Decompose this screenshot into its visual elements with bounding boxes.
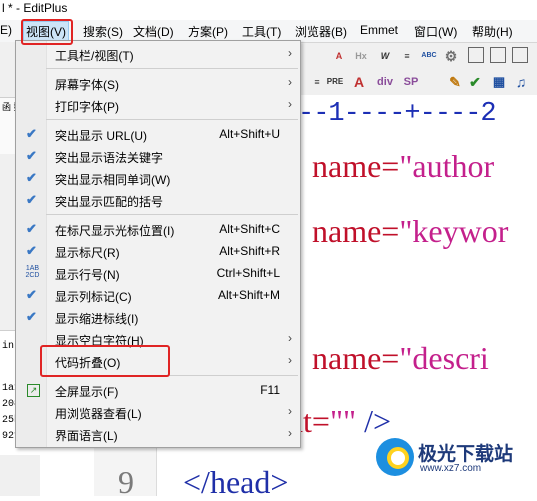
code-line: nt="" /> <box>287 403 391 439</box>
menu-search[interactable]: 搜索(S) <box>83 23 123 40</box>
watermark-logo-icon <box>376 438 414 476</box>
spellcheck-icon[interactable]: ABC <box>420 47 438 65</box>
menu-edit[interactable]: E) <box>0 23 12 37</box>
edit-icon[interactable]: ✎ <box>446 73 464 91</box>
title-bar: l * - EditPlus <box>0 0 537 20</box>
checkmark-icon: ✔ <box>26 287 37 302</box>
pre-tag-icon[interactable]: PRE <box>326 73 344 91</box>
menu-item-highlight-keywords[interactable]: ✔ 突出显示语法关键字 <box>16 145 300 167</box>
checkmark-icon: ✔ <box>26 221 37 236</box>
submenu-arrow-icon: › <box>288 426 292 440</box>
column-ruler: --1----+----2 <box>300 100 537 131</box>
div-tag-icon[interactable]: div <box>374 73 396 91</box>
settings-gear-icon[interactable]: ⚙ <box>442 47 460 65</box>
menu-item-ruler-cursor[interactable]: ✔ 在标尺显示光标位置(I) Alt+Shift+C <box>16 218 300 240</box>
checkmark-icon: ✔ <box>26 243 37 258</box>
menu-item-line-numbers[interactable]: 1AB 2CD 显示行号(N) Ctrl+Shift+L <box>16 262 300 284</box>
submenu-arrow-icon: › <box>288 46 292 60</box>
highlight-box-code-folding <box>40 345 170 377</box>
code-line: name="descri <box>312 340 489 376</box>
window-split-icon[interactable] <box>490 47 506 63</box>
anchor-tag-icon[interactable]: A <box>350 73 368 91</box>
code-line: name="author <box>312 148 495 184</box>
menu-item-show-ruler[interactable]: ✔ 显示标尺(R) Alt+Shift+R <box>16 240 300 262</box>
checkmark-icon: ✔ <box>26 309 37 324</box>
menu-item-highlight-url[interactable]: ✔ 突出显示 URL(U) Alt+Shift+U <box>16 123 300 145</box>
window-title: l * - EditPlus <box>2 1 68 15</box>
font-icon[interactable]: A <box>330 47 348 65</box>
menu-separator <box>46 214 298 215</box>
line-number: 9 <box>118 464 134 500</box>
menu-item-highlight-brackets[interactable]: ✔ 突出显示匹配的括号 <box>16 189 300 211</box>
checkmark-icon: ✔ <box>26 170 37 185</box>
align-icon[interactable]: ≡ <box>308 73 326 91</box>
submenu-arrow-icon: › <box>288 331 292 345</box>
menu-item-screen-font[interactable]: 屏幕字体(S) › <box>16 72 300 94</box>
menu-document[interactable]: 文档(D) <box>133 23 174 40</box>
music-icon[interactable]: ♫ <box>512 73 530 91</box>
menu-help[interactable]: 帮助(H) <box>472 23 513 40</box>
menu-separator <box>46 119 298 120</box>
submenu-arrow-icon: › <box>288 97 292 111</box>
word-icon[interactable]: W <box>376 47 394 65</box>
window-icon[interactable] <box>468 47 484 63</box>
checkmark-icon: ✔ <box>26 126 37 141</box>
menu-item-indent-guides[interactable]: ✔ 显示缩进标线(I) <box>16 306 300 328</box>
heading-icon[interactable]: Hx <box>352 47 370 65</box>
watermark: 极光下载站 www.xz7.com <box>376 438 531 478</box>
menu-item-toolbar[interactable]: 工具栏/视图(T) › <box>16 43 300 65</box>
span-tag-icon[interactable]: SP <box>400 73 422 91</box>
code-line: </head> <box>183 464 289 496</box>
menu-item-fullscreen[interactable]: ↗ 全屏显示(F) F11 <box>16 379 300 401</box>
menu-scheme[interactable]: 方案(P) <box>188 23 228 40</box>
menu-window[interactable]: 窗口(W) <box>414 23 457 40</box>
checkmark-icon: ✔ <box>26 148 37 163</box>
line-number-icon: 1AB 2CD <box>25 265 40 279</box>
ruler-text: --1----+----2 <box>300 100 497 129</box>
code-line: name="keywor <box>312 213 509 249</box>
menu-separator <box>46 68 298 69</box>
film-icon[interactable]: ▦ <box>490 73 508 91</box>
menu-browser[interactable]: 浏览器(B) <box>295 23 347 40</box>
menu-item-print-font[interactable]: 打印字体(P) › <box>16 94 300 116</box>
menu-item-view-in-browser[interactable]: 用浏览器查看(L) › <box>16 401 300 423</box>
menu-item-highlight-same-word[interactable]: ✔ 突出显示相同单词(W) <box>16 167 300 189</box>
window-tile-icon[interactable] <box>512 47 528 63</box>
fullscreen-icon: ↗ <box>27 384 40 397</box>
menu-emmet[interactable]: Emmet <box>360 23 398 37</box>
highlight-box-view-menu <box>21 19 73 45</box>
submenu-arrow-icon: › <box>288 75 292 89</box>
menu-tools[interactable]: 工具(T) <box>242 23 281 40</box>
check-icon[interactable]: ✔ <box>466 73 484 91</box>
submenu-arrow-icon: › <box>288 353 292 367</box>
list-icon[interactable]: ≡ <box>398 47 416 65</box>
view-menu-dropdown: 工具栏/视图(T) › 屏幕字体(S) › 打印字体(P) › ✔ 突出显示 U… <box>15 40 301 448</box>
checkmark-icon: ✔ <box>26 192 37 207</box>
menu-item-ui-language[interactable]: 界面语言(L) › <box>16 423 300 445</box>
submenu-arrow-icon: › <box>288 404 292 418</box>
menu-item-column-marker[interactable]: ✔ 显示列标记(C) Alt+Shift+M <box>16 284 300 306</box>
